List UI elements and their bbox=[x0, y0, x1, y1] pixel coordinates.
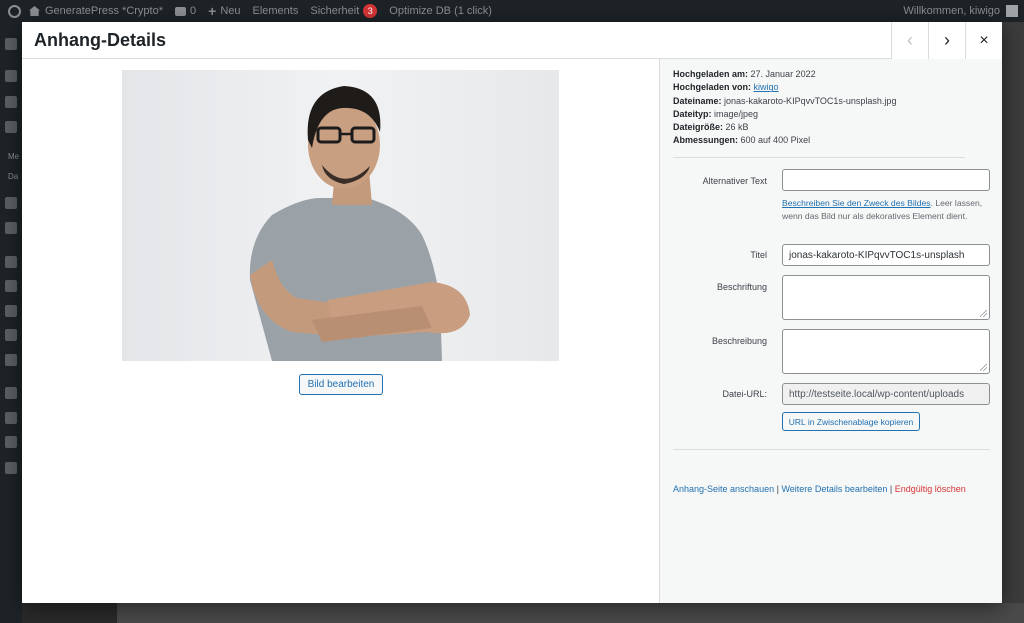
close-icon: × bbox=[979, 31, 989, 49]
delete-permanently-link[interactable]: Endgültig löschen bbox=[895, 484, 966, 494]
site-name-link[interactable]: GeneratePress *Crypto* bbox=[29, 5, 163, 17]
resize-handle[interactable] bbox=[980, 310, 987, 317]
users-icon[interactable] bbox=[5, 305, 17, 317]
previous-button[interactable]: ‹ bbox=[891, 22, 928, 59]
description-label: Beschreibung bbox=[711, 336, 767, 346]
next-button[interactable]: › bbox=[928, 22, 965, 59]
home-icon bbox=[29, 6, 40, 16]
chevron-left-icon: ‹ bbox=[907, 30, 913, 50]
media-icon[interactable] bbox=[5, 121, 17, 133]
resize-handle[interactable] bbox=[980, 364, 987, 371]
uploaded-on-row: Hochgeladen am: 27. Januar 2022 bbox=[673, 69, 816, 79]
close-button[interactable]: × bbox=[965, 22, 1002, 59]
edit-more-details-link[interactable]: Weitere Details bearbeiten bbox=[781, 484, 887, 494]
admin-bar: GeneratePress *Crypto* 0 + Neu Elements … bbox=[0, 0, 1024, 22]
plus-icon: + bbox=[208, 3, 217, 19]
caption-textarea[interactable] bbox=[782, 275, 990, 320]
copy-url-button[interactable]: URL in Zwischenablage kopieren bbox=[782, 412, 920, 431]
alt-text-help-link[interactable]: Beschreiben Sie den Zweck des Bildes bbox=[782, 198, 931, 208]
plugin-icon[interactable] bbox=[5, 412, 17, 424]
sidebar-label[interactable]: Me bbox=[8, 152, 19, 161]
edit-image-button[interactable]: Bild bearbeiten bbox=[299, 374, 383, 395]
pages-icon[interactable] bbox=[5, 197, 17, 209]
divider bbox=[673, 449, 990, 450]
description-textarea[interactable] bbox=[782, 329, 990, 374]
collapse-icon[interactable] bbox=[5, 462, 17, 474]
title-input[interactable]: jonas-kakaroto-KIPqvvTOC1s-unsplash bbox=[782, 244, 990, 266]
modal-title: Anhang-Details bbox=[34, 30, 167, 50]
optimize-db-link[interactable]: Optimize DB (1 click) bbox=[389, 5, 492, 17]
wordpress-logo-icon[interactable] bbox=[8, 4, 21, 18]
divider bbox=[673, 157, 965, 158]
tools-icon[interactable] bbox=[5, 329, 17, 341]
chevron-right-icon: › bbox=[944, 30, 950, 50]
comments-count: 0 bbox=[190, 5, 197, 17]
site-name: GeneratePress *Crypto* bbox=[45, 5, 163, 17]
attachment-info-panel: Hochgeladen am: 27. Januar 2022 Hochgela… bbox=[659, 59, 1002, 603]
alt-text-input[interactable] bbox=[782, 169, 990, 191]
security-label: Sicherheit bbox=[310, 5, 360, 17]
backdrop bbox=[22, 603, 117, 623]
comment-bubble-icon bbox=[175, 6, 186, 16]
view-attachment-link[interactable]: Anhang-Seite anschauen bbox=[673, 484, 774, 494]
comments-link[interactable]: 0 bbox=[175, 5, 196, 17]
elements-link[interactable]: Elements bbox=[253, 5, 299, 17]
avatar bbox=[1006, 5, 1018, 17]
pin-icon[interactable] bbox=[5, 96, 17, 108]
filetype-row: Dateityp: image/jpeg bbox=[673, 108, 759, 119]
attachment-image bbox=[122, 70, 559, 361]
modal-header: Anhang-Details ‹ › × bbox=[22, 22, 1002, 59]
comments-icon[interactable] bbox=[5, 222, 17, 234]
file-details: Hochgeladen am: 27. Januar 2022 Hochgela… bbox=[673, 68, 983, 148]
new-label: Neu bbox=[220, 5, 241, 17]
appearance-icon[interactable] bbox=[5, 256, 17, 268]
backdrop bbox=[117, 603, 1024, 623]
admin-sidebar: Me Da bbox=[0, 22, 22, 623]
welcome-text: Willkommen, kiwigo bbox=[903, 5, 1000, 17]
alt-text-help: Beschreiben Sie den Zweck des Bildes. Le… bbox=[782, 198, 983, 221]
image-preview-area: Bild bearbeiten bbox=[22, 59, 659, 603]
filename-row: Dateiname: jonas-kakaroto-KIPqvvTOC1s-un… bbox=[673, 95, 897, 106]
security-link[interactable]: Sicherheit 3 bbox=[310, 4, 378, 18]
filesize-row: Dateigröße: 26 kB bbox=[673, 122, 749, 133]
alt-text-label: Alternativer Text bbox=[702, 176, 767, 186]
account-link[interactable]: Willkommen, kiwigo bbox=[903, 0, 1018, 22]
settings-icon[interactable] bbox=[5, 354, 17, 366]
sidebar-label[interactable]: Da bbox=[8, 172, 18, 181]
dimensions-row: Abmessungen: 600 auf 400 Pixel bbox=[673, 135, 811, 146]
attachment-details-modal: Anhang-Details ‹ › × Bild bearbeiten Hoc… bbox=[22, 22, 1002, 603]
pin-icon[interactable] bbox=[5, 70, 17, 82]
caption-label: Beschriftung bbox=[716, 282, 767, 292]
uploaded-by-row: Hochgeladen von: kiwigo bbox=[673, 82, 779, 93]
portrait-photo bbox=[122, 70, 559, 361]
title-label: Titel bbox=[750, 250, 767, 260]
file-url-input[interactable]: http://testseite.local/wp-content/upload… bbox=[782, 383, 990, 405]
security-badge: 3 bbox=[363, 4, 378, 18]
file-url-label: Datei-URL: bbox=[722, 389, 767, 399]
attachment-actions: Anhang-Seite anschauen | Weitere Details… bbox=[673, 484, 966, 494]
plugins-icon[interactable] bbox=[5, 280, 17, 292]
plugin-icon[interactable] bbox=[5, 387, 17, 399]
dashboard-icon[interactable] bbox=[5, 38, 17, 50]
shield-icon[interactable] bbox=[5, 436, 17, 448]
new-content-link[interactable]: + Neu bbox=[208, 4, 240, 18]
uploader-link[interactable]: kiwigo bbox=[754, 82, 779, 92]
